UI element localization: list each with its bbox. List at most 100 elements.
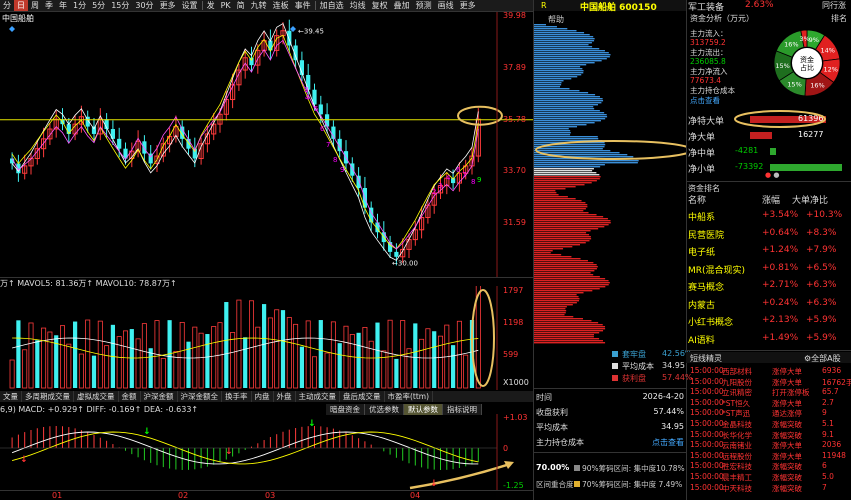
alert-row[interactable]: 15:00:00 九阳股份 涨停大单 16762手 [690, 377, 851, 387]
alert-row[interactable]: 15:00:00 长华化学 涨幅突破 9.1 [690, 430, 851, 440]
alert-stock: 金晶科技 [722, 420, 752, 429]
sector-row[interactable]: MR(混合现实) +0.81% +6.5% [688, 260, 851, 277]
col-change[interactable]: 涨幅 [762, 193, 780, 206]
alert-row[interactable]: 15:00:00 *ST声迅 通达涨停 9 [690, 408, 851, 418]
toolbar-item[interactable]: 15分 [108, 0, 132, 11]
ranking-link[interactable]: 排名 [831, 13, 847, 24]
macd-chart[interactable]: ↓ ↓ ↓ ↓ ↓ [0, 414, 533, 490]
indicator-tab[interactable]: 金额 [119, 391, 141, 402]
alert-row[interactable]: 15:00:00 金晶科技 涨幅突破 5.1 [690, 419, 851, 429]
indicator-tab[interactable]: 主动成交量 [296, 391, 340, 402]
toolbar-item[interactable]: 更多 [457, 0, 479, 11]
alert-signal: 涨幅突破 [772, 430, 802, 440]
signal-arrow-icon: ↓ [20, 455, 28, 465]
alert-row[interactable]: 15:00:00 云南锗业 涨停大单 2036 [690, 440, 851, 450]
chip-bar [534, 278, 606, 280]
price-axis-label: 39.98 [503, 11, 526, 21]
toolbar-item[interactable]: 更多 [157, 0, 179, 11]
toolbar-item[interactable]: 预测 [413, 0, 435, 11]
indicator-tab[interactable]: 换手率 [222, 391, 252, 402]
flow-value: -73392 [735, 162, 764, 171]
chip-bar [534, 40, 595, 42]
indicator-tab[interactable]: 内盘 [252, 391, 274, 402]
toolbar-item[interactable]: 画线 [435, 0, 457, 11]
sector-row[interactable]: 小红书概念 +2.13% +5.9% [688, 312, 851, 329]
alert-value: 6 [822, 461, 827, 471]
sector-row[interactable]: 电子纸 +1.24% +7.9% [688, 242, 851, 259]
chip-bar [534, 70, 584, 72]
alert-row[interactable]: 15:00:00 胜宏科技 涨幅突破 6 [690, 461, 851, 471]
toolbar-item[interactable]: 九转 [248, 0, 270, 11]
alert-row[interactable]: 15:00:00 中天科技 涨幅突破 7 [690, 483, 851, 493]
cost-link[interactable]: 点击查看 [690, 95, 720, 106]
toolbar-item[interactable]: 日 [14, 0, 28, 11]
chip-bar [534, 134, 571, 136]
candlestick-chart[interactable]: ←39.45←30.003456789234678 9 [0, 12, 533, 277]
toolbar-item[interactable]: 季 [42, 0, 56, 11]
sector-row[interactable]: 赛马概念 +2.71% +6.3% [688, 277, 851, 294]
sector-change: +2.71% [762, 280, 799, 290]
toolbar-item[interactable]: 设置 [179, 0, 201, 11]
volume-bar [9, 359, 15, 389]
legend-label: 平均成本 [622, 362, 654, 371]
sector-name: AI语料 [688, 335, 715, 346]
alert-time: 15:00:00 [690, 387, 724, 397]
toolbar-item[interactable]: 30分 [132, 0, 156, 11]
alert-row[interactable]: 15:00:00 西部材料 涨停大单 6936 [690, 366, 851, 376]
toolbar-item[interactable]: 加自选 [317, 0, 347, 11]
sector-row[interactable]: 中船系 +3.54% +10.3% [688, 207, 851, 224]
sector-row[interactable]: 民营医院 +0.64% +8.3% [688, 225, 851, 242]
chip-bar [534, 244, 580, 246]
flow-label: 净特大单 [688, 117, 725, 127]
alert-row[interactable]: 15:00:00 *ST恒久 涨停大单 2.7 [690, 398, 851, 408]
chip-bar [534, 302, 577, 304]
chip-stat-value: 34.95 [661, 422, 684, 431]
donut-slice-label: 16% [810, 82, 824, 90]
chip-bar [534, 250, 553, 252]
sector-row[interactable]: 内蒙古 +0.24% +6.3% [688, 295, 851, 312]
toolbar-item[interactable]: 连板 [270, 0, 292, 11]
indicator-tab[interactable]: 文量 [0, 391, 22, 402]
toolbar-item[interactable]: 周 [28, 0, 42, 11]
indicator-tab[interactable]: 沪深金额 [141, 391, 178, 402]
toolbar-item[interactable]: 叠加 [391, 0, 413, 11]
chip-bar [534, 172, 597, 174]
toolbar-item[interactable]: 发 [204, 0, 218, 11]
indicator-tab[interactable]: 沪深金额全 [178, 391, 222, 402]
sector-row[interactable]: AI语料 +1.49% +5.9% [688, 330, 851, 347]
donut-slice-label: 15% [775, 62, 789, 70]
chip-stat-label: 平均成本 [536, 423, 568, 432]
toolbar-item[interactable]: 简 [234, 0, 248, 11]
legend-swatch [612, 351, 618, 357]
toolbar-item[interactable]: 5分 [89, 0, 108, 11]
toolbar-item[interactable]: 分 [0, 0, 14, 11]
col-net[interactable]: 大单净比 [792, 193, 828, 206]
alert-signal: 涨幅突破 [772, 473, 802, 482]
chip-stat-value[interactable]: 点击查看 [652, 437, 684, 448]
indicator-tab[interactable]: 多周期成交量 [22, 391, 74, 402]
chip-bar [534, 342, 606, 344]
indicator-tab[interactable]: 虚拟成交量 [74, 391, 119, 402]
chip-distribution-chart[interactable] [534, 24, 686, 344]
alert-row[interactable]: 15:00:00 立讯精密 打开涨停板 65.7 [690, 387, 851, 397]
indicator-tab[interactable]: 市盈率(ttm) [385, 391, 434, 402]
toolbar-item[interactable]: 复权 [369, 0, 391, 11]
indicator-tab[interactable]: 盘后成交量 [340, 391, 385, 402]
indicator-tab[interactable]: 外盘 [274, 391, 296, 402]
nine-turn-digit: 4 [305, 94, 310, 102]
toolbar-item[interactable]: 均线 [347, 0, 369, 11]
flow-bar [770, 148, 776, 155]
chip-bar [534, 224, 609, 226]
alert-value: 9 [822, 408, 827, 418]
toolbar-item[interactable]: 事件 [292, 0, 314, 11]
toolbar-item[interactable]: 年 [56, 0, 70, 11]
flow-dots: ● ● [765, 171, 780, 179]
toolbar-item[interactable]: PK [218, 0, 234, 11]
alert-row[interactable]: 15:00:00 远程股份 涨停大单 11948 [690, 451, 851, 461]
flow-value: -4281 [735, 146, 759, 155]
toolbar-item[interactable]: 1分 [70, 0, 89, 11]
volume-chart[interactable] [0, 286, 533, 390]
alert-row[interactable]: 15:00:00 晨丰精工 涨幅突破 5.0 [690, 472, 851, 482]
nine-turn-digit: 9 [340, 166, 344, 174]
alerts-filter[interactable]: ⚙全部A股 [804, 353, 841, 364]
